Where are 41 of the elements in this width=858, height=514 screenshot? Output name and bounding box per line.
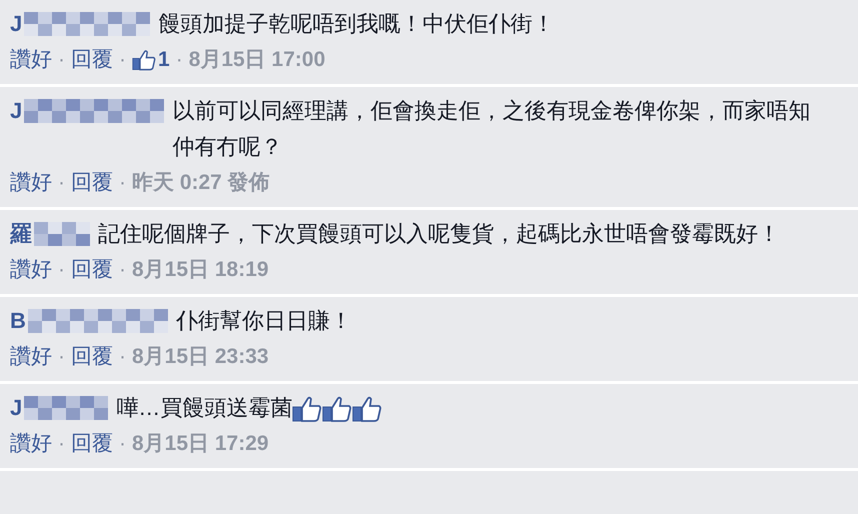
action-link[interactable]: 回覆 — [71, 339, 113, 375]
comment-text: 嘩…買饅頭送霉菌 — [116, 395, 292, 420]
separator-dot: · — [58, 344, 65, 370]
separator-dot: · — [119, 257, 126, 283]
author-name[interactable]: J — [10, 6, 22, 42]
like-count[interactable]: 1 — [158, 42, 170, 78]
blurred-name-icon — [24, 12, 150, 36]
separator-dot: · — [119, 431, 126, 457]
author-name[interactable]: B — [10, 303, 26, 339]
action-link[interactable]: 讚好 — [10, 42, 52, 78]
blurred-name-icon — [34, 222, 90, 246]
action-link[interactable]: 讚好 — [10, 426, 52, 462]
separator-dot: · — [119, 344, 126, 370]
action-link[interactable]: 讚好 — [10, 339, 52, 375]
comment-text: 饅頭加提子乾呢唔到我嘅！中伏佢仆街！ — [158, 11, 554, 36]
action-link[interactable]: 回覆 — [71, 42, 113, 78]
action-link[interactable]: 讚好 — [10, 165, 52, 201]
comment-text: 仆街幫你日日賺！ — [176, 308, 352, 333]
action-link[interactable]: 回覆 — [71, 252, 113, 288]
comment-text: 記住呢個牌子，下次買饅頭可以入呢隻貨，起碼比永世唔會發霉既好！ — [98, 221, 780, 246]
action-link[interactable]: 讚好 — [10, 252, 52, 288]
blurred-name-icon — [24, 99, 164, 123]
author-name[interactable]: J — [10, 93, 22, 129]
action-link[interactable]: 回覆 — [71, 426, 113, 462]
thumbs-up-icon — [292, 396, 322, 422]
separator-dot: · — [119, 47, 126, 73]
action-link[interactable]: 回覆 — [71, 165, 113, 201]
author-name[interactable]: 羅 — [10, 216, 32, 252]
blurred-name-icon — [28, 309, 168, 333]
separator-dot: · — [58, 431, 65, 457]
separator-dot: · — [176, 47, 183, 73]
separator-dot: · — [58, 170, 65, 196]
comment-text: 以前可以同經理講，佢會換走佢，之後有現金卷俾你架，而家唔知仲有冇呢？ — [172, 98, 810, 159]
author-name[interactable]: J — [10, 390, 22, 426]
separator-dot: · — [119, 170, 126, 196]
blurred-name-icon — [24, 396, 108, 420]
thumbs-up-icon — [322, 396, 352, 422]
thumbs-up-icon — [352, 396, 382, 422]
separator-dot: · — [58, 257, 65, 283]
separator-dot: · — [58, 47, 65, 73]
thumbs-up-icon — [132, 48, 156, 72]
